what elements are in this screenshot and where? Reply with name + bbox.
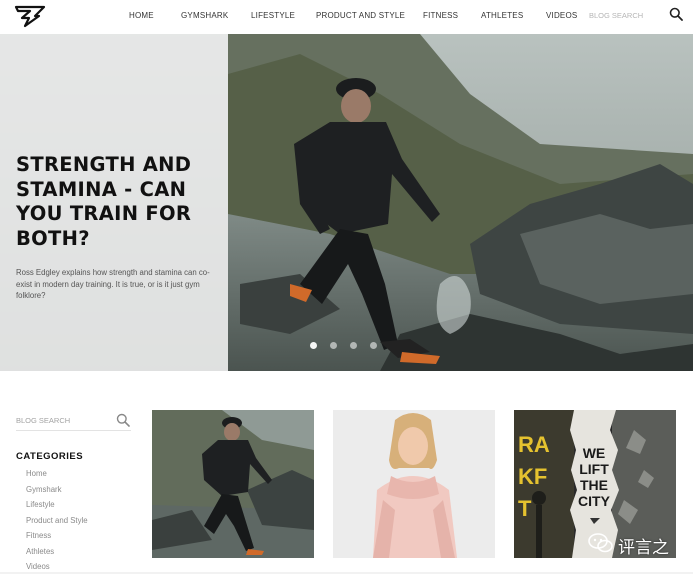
sidebar-search[interactable]: BLOG SEARCH: [16, 411, 131, 431]
poster-word-the: THE: [580, 477, 608, 493]
nav-gymshark[interactable]: GYMSHARK: [181, 11, 228, 20]
poster-word-city: CITY: [578, 493, 611, 509]
poster-word-lift: LIFT: [579, 461, 609, 477]
article-card-hoodie[interactable]: [333, 410, 495, 558]
sidebar-item-gymshark[interactable]: Gymshark: [26, 485, 62, 494]
search-icon[interactable]: [669, 7, 683, 21]
nav-athletes[interactable]: ATHLETES: [481, 11, 523, 20]
poster-word-we: WE: [583, 445, 606, 461]
sidebar-item-lifestyle[interactable]: Lifestyle: [26, 500, 55, 509]
nav-fitness[interactable]: FITNESS: [423, 11, 458, 20]
search-icon[interactable]: [116, 413, 130, 427]
slider-dot-2[interactable]: [330, 342, 337, 349]
slider-dot-4[interactable]: [370, 342, 377, 349]
poster-side-letters-3: T: [518, 496, 532, 521]
wechat-icon: [588, 533, 613, 553]
site-header: HOME GYMSHARK LIFESTYLE PRODUCT AND STYL…: [0, 0, 693, 34]
sidebar-item-fitness[interactable]: Fitness: [26, 531, 51, 540]
nav-lifestyle[interactable]: LIFESTYLE: [251, 11, 295, 20]
header-search-input[interactable]: BLOG SEARCH: [589, 11, 643, 20]
watermark-text: 评言之: [618, 538, 669, 558]
slider-dot-1[interactable]: [310, 342, 317, 349]
hero-banner[interactable]: STRENGTH AND STAMINA - CAN YOU TRAIN FOR…: [0, 34, 693, 371]
sidebar-search-input[interactable]: BLOG SEARCH: [16, 416, 70, 425]
main-nav: HOME GYMSHARK LIFESTYLE PRODUCT AND STYL…: [0, 11, 693, 25]
hoodie-model-image: [333, 410, 495, 558]
poster-side-letters-1: RA: [518, 432, 550, 457]
categories-title: CATEGORIES: [16, 451, 84, 462]
hero-description: Ross Edgley explains how strength and st…: [16, 268, 210, 300]
sidebar-item-athletes[interactable]: Athletes: [26, 547, 54, 556]
sidebar-item-home[interactable]: Home: [26, 469, 47, 478]
sidebar-item-videos[interactable]: Videos: [26, 562, 50, 571]
watermark: 评言之: [588, 530, 688, 558]
poster-side-letters-2: KF: [518, 464, 547, 489]
hero-title[interactable]: STRENGTH AND STAMINA - CAN YOU TRAIN FOR…: [16, 153, 216, 251]
slider-dots: [310, 342, 390, 352]
nav-videos[interactable]: VIDEOS: [546, 11, 577, 20]
runner-image: [152, 410, 314, 558]
nav-product-and-style[interactable]: PRODUCT AND STYLE: [316, 11, 405, 20]
sidebar-item-product-and-style[interactable]: Product and Style: [26, 516, 88, 525]
slider-dot-3[interactable]: [350, 342, 357, 349]
article-card-runner[interactable]: [152, 410, 314, 558]
nav-home[interactable]: HOME: [129, 11, 154, 20]
